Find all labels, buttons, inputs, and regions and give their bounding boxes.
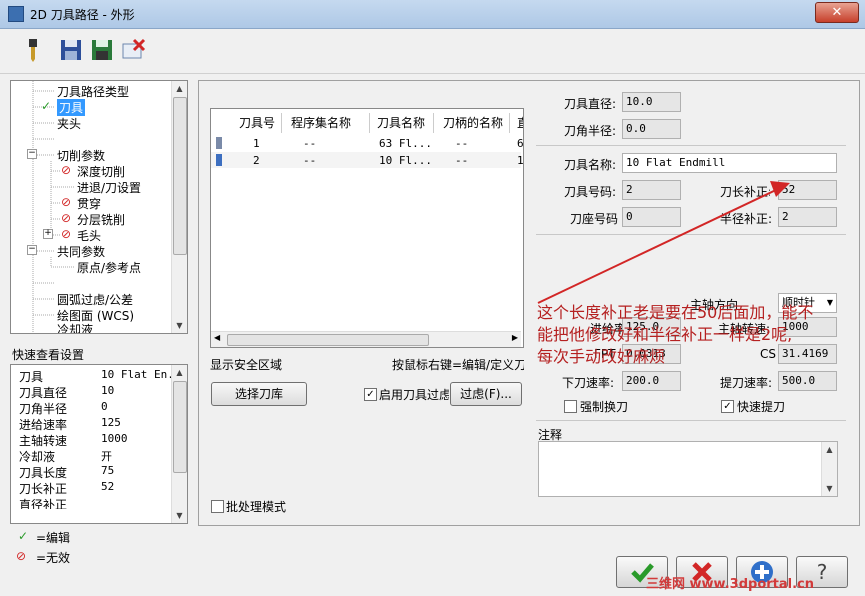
- watermark: 三维网 www.3dportal.cn: [646, 577, 815, 592]
- annotation-arrow: [537, 181, 790, 304]
- annotation-text: 这个长度补正老是要在50后面加，能不 能把他修改好和半径补正一样是2呢, 每次手…: [537, 303, 814, 366]
- svg-text:?: ?: [817, 560, 828, 584]
